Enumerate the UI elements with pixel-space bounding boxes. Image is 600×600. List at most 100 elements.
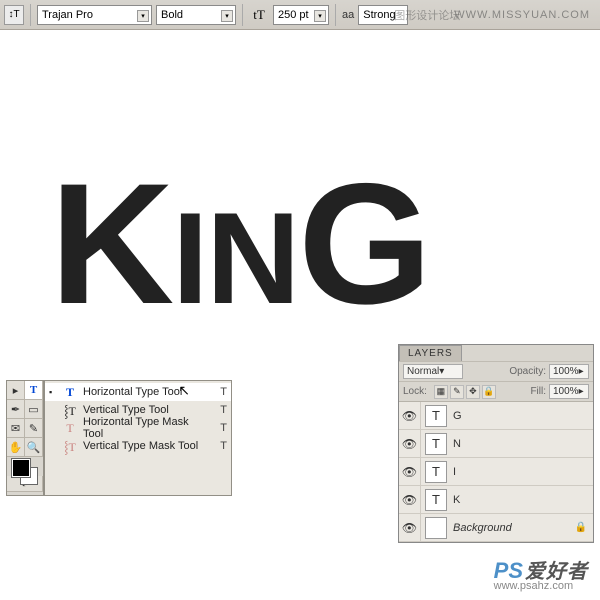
- layer-list: 👁 T G 👁 T N 👁 T I 👁 T K 👁 Background 🔒: [399, 401, 593, 542]
- visibility-eye-icon[interactable]: 👁: [399, 514, 421, 541]
- type-mask-icon: T: [62, 421, 78, 436]
- font-weight-dropdown[interactable]: Bold ▾: [156, 5, 236, 25]
- layer-name[interactable]: G: [451, 410, 462, 422]
- zoom-tool[interactable]: 🔍: [25, 438, 43, 457]
- antialias-label: aa: [342, 9, 354, 21]
- forum-watermark: 图形设计论坛: [394, 7, 460, 23]
- layers-tab[interactable]: LAYERS: [399, 345, 462, 361]
- tool-label: Horizontal Type Mask Tool: [83, 416, 210, 440]
- chevron-down-icon: ▾: [314, 10, 326, 22]
- type-layer-icon: T: [432, 464, 440, 479]
- lock-pixels-icon[interactable]: ✎: [450, 385, 464, 399]
- lock-fill-row: Lock: ▦ ✎ ✥ 🔒 Fill: 100% ▸: [399, 381, 593, 401]
- layer-thumbnail[interactable]: T: [425, 433, 447, 455]
- layer-row[interactable]: 👁 T G: [399, 402, 593, 430]
- font-family-dropdown[interactable]: Trajan Pro ▾: [37, 5, 152, 25]
- lock-label: Lock:: [403, 386, 427, 397]
- visibility-eye-icon[interactable]: 👁: [399, 402, 421, 429]
- layer-row-background[interactable]: 👁 Background 🔒: [399, 514, 593, 542]
- letter-n: N: [206, 185, 298, 331]
- type-mask-icon: ⸾T: [62, 438, 78, 455]
- vertical-type-mask-tool-item[interactable]: ⸾T Vertical Type Mask Tool T: [45, 437, 231, 455]
- fill-label: Fill:: [530, 386, 546, 397]
- chevron-down-icon: ▾: [137, 10, 149, 22]
- font-size-dropdown[interactable]: 250 pt ▾: [273, 5, 329, 25]
- blend-mode-value: Normal: [407, 366, 439, 377]
- separator: [242, 4, 243, 26]
- chevron-down-icon: ▾: [221, 10, 233, 22]
- horizontal-type-tool-item[interactable]: ▪ T Horizontal Type Tool ↖ T: [45, 383, 231, 401]
- type-icon: T: [62, 385, 78, 400]
- pen-tool[interactable]: ✒: [7, 400, 25, 419]
- antialias-value: Strong: [363, 9, 395, 21]
- type-tool-flyout: ▸ T ✒ ▭ ✉ ✎ ✋ 🔍 ◐ ▪ T Horizontal Type To…: [6, 380, 232, 496]
- visibility-eye-icon[interactable]: 👁: [399, 430, 421, 457]
- layer-thumbnail[interactable]: T: [425, 461, 447, 483]
- path-selection-tool[interactable]: ▸: [7, 381, 25, 400]
- layer-thumbnail[interactable]: T: [425, 405, 447, 427]
- tool-label: Vertical Type Mask Tool: [83, 440, 210, 452]
- orientation-toggle[interactable]: ↕T: [4, 5, 24, 25]
- color-swatches[interactable]: [7, 457, 43, 487]
- tool-label: Vertical Type Tool: [83, 404, 210, 416]
- layer-name[interactable]: I: [451, 466, 456, 478]
- separator: [335, 4, 336, 26]
- tool-label: Horizontal Type Tool: [83, 386, 210, 398]
- canvas-text: KING: [50, 145, 430, 345]
- lock-buttons: ▦ ✎ ✥ 🔒: [434, 385, 496, 399]
- psahz-watermark: PS爱好者 www.psahz.com: [494, 555, 588, 592]
- type-options-bar: ↕T Trajan Pro ▾ Bold ▾ tT 250 pt ▾ aa St…: [0, 0, 600, 30]
- font-weight-value: Bold: [161, 9, 183, 21]
- horizontal-type-mask-tool-item[interactable]: T Horizontal Type Mask Tool T: [45, 419, 231, 437]
- opacity-input[interactable]: 100% ▸: [549, 364, 589, 379]
- type-layer-icon: T: [432, 492, 440, 507]
- visibility-eye-icon[interactable]: 👁: [399, 458, 421, 485]
- hand-tool[interactable]: ✋: [7, 438, 25, 457]
- layers-tab-bar: LAYERS: [399, 345, 593, 361]
- letter-g: G: [298, 148, 430, 340]
- cursor-icon: ↖: [178, 382, 190, 399]
- layer-thumbnail[interactable]: T: [425, 489, 447, 511]
- layer-thumbnail[interactable]: [425, 517, 447, 539]
- tool-shortcut: T: [215, 386, 227, 398]
- missyuan-watermark: WWW.MISSYUAN.COM: [454, 9, 590, 21]
- type-tool[interactable]: T: [25, 381, 43, 400]
- blend-opacity-row: Normal ▾ Opacity: 100% ▸: [399, 361, 593, 381]
- selected-dot-icon: ▪: [49, 387, 57, 397]
- letter-k: K: [50, 148, 172, 340]
- type-icon: ⸾T: [62, 402, 78, 419]
- visibility-eye-icon[interactable]: 👁: [399, 486, 421, 513]
- lock-transparent-icon[interactable]: ▦: [434, 385, 448, 399]
- letter-i: I: [172, 185, 206, 331]
- layers-panel: LAYERS Normal ▾ Opacity: 100% ▸ Lock: ▦ …: [398, 344, 594, 543]
- type-layer-icon: T: [432, 408, 440, 423]
- layer-row[interactable]: 👁 T N: [399, 430, 593, 458]
- fill-input[interactable]: 100% ▸: [549, 384, 589, 399]
- lock-icon: 🔒: [575, 522, 587, 533]
- layer-name[interactable]: Background: [451, 522, 512, 534]
- tools-column: ▸ T ✒ ▭ ✉ ✎ ✋ 🔍 ◐: [6, 380, 44, 496]
- foreground-color-swatch[interactable]: [12, 459, 30, 477]
- blend-mode-dropdown[interactable]: Normal ▾: [403, 364, 463, 379]
- notes-tool[interactable]: ✉: [7, 419, 25, 438]
- fill-value: 100%: [553, 386, 579, 397]
- layer-row[interactable]: 👁 T K: [399, 486, 593, 514]
- lock-position-icon[interactable]: ✥: [466, 385, 480, 399]
- tool-shortcut: T: [215, 422, 227, 434]
- layer-row[interactable]: 👁 T I: [399, 458, 593, 486]
- layer-name[interactable]: N: [451, 438, 461, 450]
- type-layer-icon: T: [432, 436, 440, 451]
- font-size-value: 250 pt: [278, 9, 309, 21]
- separator: [30, 4, 31, 26]
- eyedropper-tool[interactable]: ✎: [25, 419, 43, 438]
- tool-shortcut: T: [215, 404, 227, 416]
- tool-shortcut: T: [215, 440, 227, 452]
- font-family-value: Trajan Pro: [42, 9, 93, 21]
- lock-all-icon[interactable]: 🔒: [482, 385, 496, 399]
- opacity-label: Opacity:: [509, 366, 546, 377]
- type-tool-submenu: ▪ T Horizontal Type Tool ↖ T ⸾T Vertical…: [44, 380, 232, 496]
- font-size-icon: tT: [249, 5, 269, 25]
- shape-tool[interactable]: ▭: [25, 400, 43, 419]
- opacity-value: 100%: [553, 366, 579, 377]
- layer-name[interactable]: K: [451, 494, 460, 506]
